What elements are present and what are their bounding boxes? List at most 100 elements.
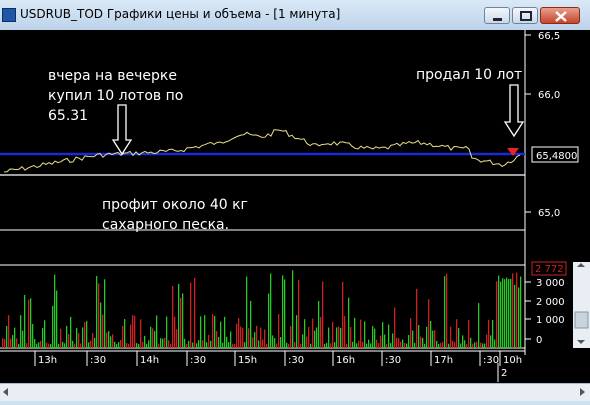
volume-bar xyxy=(58,343,60,348)
time-tick-label: :30 xyxy=(90,355,106,366)
volume-bar xyxy=(354,317,356,348)
volume-bar xyxy=(464,340,466,348)
volume-bar xyxy=(500,281,502,348)
volume-bar xyxy=(386,343,388,348)
volume-bar xyxy=(78,333,80,348)
volume-bar xyxy=(22,330,24,348)
volume-bar xyxy=(158,343,160,348)
volume-bar xyxy=(450,326,452,348)
price-tick-label: 66,5 xyxy=(538,31,560,42)
volume-bar xyxy=(216,331,218,348)
volume-bar xyxy=(448,343,450,348)
volume-bar xyxy=(40,340,42,348)
volume-bar xyxy=(284,279,286,348)
volume-bar xyxy=(456,319,458,348)
volume-bar xyxy=(470,337,472,348)
title-bar[interactable]: USDRUB_TOD Графики цены и объема - [1 ми… xyxy=(0,0,590,31)
volume-bar xyxy=(110,336,112,348)
volume-bar xyxy=(370,343,372,348)
volume-bar xyxy=(154,331,156,348)
volume-bar xyxy=(484,343,486,348)
volume-bar xyxy=(482,343,484,348)
volume-bar xyxy=(468,319,470,348)
volume-bar xyxy=(46,342,48,348)
volume-bar xyxy=(14,327,16,348)
scroll-left-icon xyxy=(3,388,8,396)
volume-bar xyxy=(214,315,216,348)
close-button[interactable] xyxy=(540,7,580,24)
volume-bar xyxy=(322,281,324,348)
volume-bar xyxy=(272,335,274,348)
volume-bar xyxy=(360,319,362,348)
volume-bar xyxy=(268,293,270,348)
profit-annotation: профит около 40 кг сахарного песка. xyxy=(102,197,248,233)
volume-bar xyxy=(486,334,488,348)
volume-bar xyxy=(488,319,490,348)
volume-bar xyxy=(142,341,144,348)
volume-bar xyxy=(114,341,116,348)
volume-bar xyxy=(446,273,448,348)
volume-bar xyxy=(264,329,266,348)
horizontal-scrollbar[interactable] xyxy=(0,383,590,401)
volume-bar xyxy=(352,341,354,348)
chart-area[interactable]: 66,5 66,0 65,0 65,4800 3 000 2 000 1 000 0 2 … xyxy=(0,30,590,400)
scroll-thumb[interactable] xyxy=(574,311,589,329)
volume-bar xyxy=(8,315,10,348)
volume-bar xyxy=(396,337,398,348)
volume-bar xyxy=(404,342,406,348)
volume-bar xyxy=(302,334,304,348)
volume-bar xyxy=(458,327,460,348)
volume-bar xyxy=(186,343,188,348)
volume-bar xyxy=(190,282,192,348)
time-tick-label: :30 xyxy=(190,355,206,366)
volume-bar xyxy=(106,332,108,348)
volume-bar xyxy=(366,343,368,348)
minimize-button[interactable] xyxy=(484,7,510,24)
volume-bar xyxy=(188,340,190,348)
volume-bar xyxy=(126,342,128,348)
maximize-button[interactable] xyxy=(512,7,538,24)
volume-bar xyxy=(502,278,504,348)
volume-bar xyxy=(438,343,440,348)
time-tick-label: 16h xyxy=(336,355,355,366)
volume-bar xyxy=(168,340,170,348)
volume-bar xyxy=(148,340,150,348)
volume-bar xyxy=(162,338,164,348)
volume-bar xyxy=(520,276,522,348)
vertical-scrollbar[interactable] xyxy=(573,262,590,348)
volume-bar xyxy=(116,343,118,348)
volume-bar xyxy=(506,277,508,348)
volume-bar xyxy=(274,338,276,348)
volume-bar xyxy=(358,340,360,348)
scroll-down-icon xyxy=(577,340,585,344)
volume-bar xyxy=(196,343,198,348)
volume-bar xyxy=(24,294,26,348)
volume-bar xyxy=(392,333,394,348)
volume-bar xyxy=(308,327,310,348)
volume-bar xyxy=(118,342,120,348)
volume-bar xyxy=(462,335,464,348)
volume-bar xyxy=(388,324,390,348)
price-line xyxy=(3,129,521,173)
volume-bar xyxy=(280,337,282,348)
volume-bar xyxy=(224,316,226,348)
scroll-right-icon xyxy=(580,388,585,396)
volume-bar xyxy=(138,343,140,348)
volume-bar xyxy=(180,297,182,348)
volume-bar xyxy=(436,340,438,348)
volume-bar xyxy=(206,342,208,348)
volume-bar xyxy=(84,322,86,348)
volume-bar xyxy=(288,343,290,348)
volume-bar xyxy=(512,273,514,348)
volume-bar xyxy=(368,339,370,348)
current-price-label: 65,4800 xyxy=(536,151,577,162)
volume-bar xyxy=(204,315,206,348)
volume-bar xyxy=(42,327,44,348)
volume-bar xyxy=(18,343,20,348)
volume-bar xyxy=(428,299,430,348)
volume-bar xyxy=(260,327,262,348)
volume-bar xyxy=(336,327,338,348)
time-sub-label: 2 xyxy=(501,368,507,379)
volume-bar xyxy=(294,341,296,348)
volume-bar xyxy=(498,275,500,348)
